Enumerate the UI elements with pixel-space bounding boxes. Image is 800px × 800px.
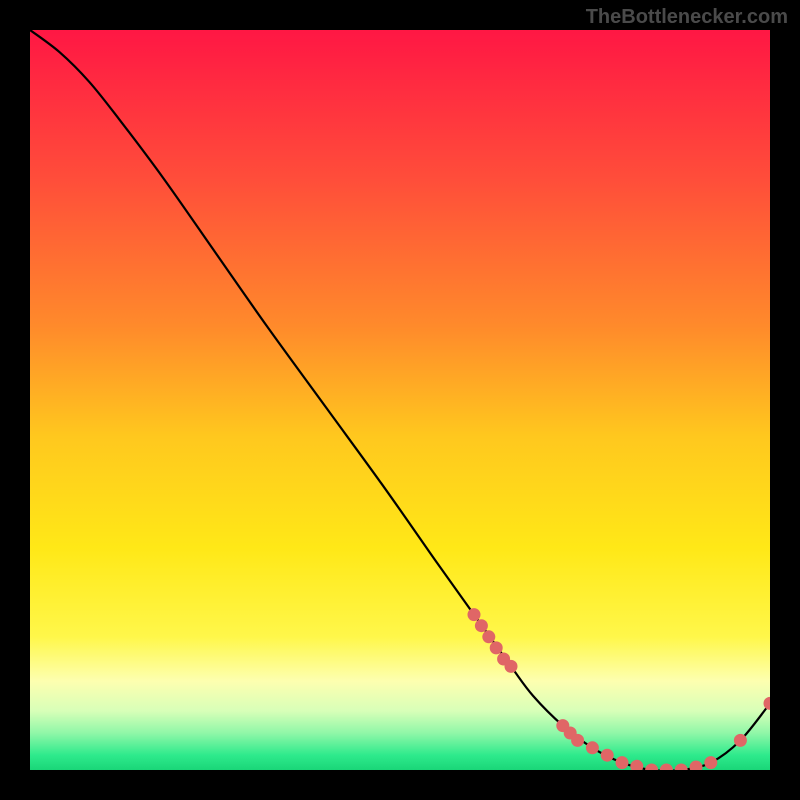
chart-plot-area (30, 30, 770, 770)
watermark-text: TheBottlenecker.com (586, 6, 788, 29)
data-marker (490, 641, 503, 654)
data-marker (482, 630, 495, 643)
data-marker (475, 619, 488, 632)
data-marker (601, 749, 614, 762)
chart-svg (30, 30, 770, 770)
data-marker (616, 756, 629, 769)
data-marker (704, 756, 717, 769)
data-marker (468, 608, 481, 621)
data-marker (586, 741, 599, 754)
data-marker (505, 660, 518, 673)
data-marker (734, 734, 747, 747)
data-marker (571, 734, 584, 747)
chart-background (30, 30, 770, 770)
